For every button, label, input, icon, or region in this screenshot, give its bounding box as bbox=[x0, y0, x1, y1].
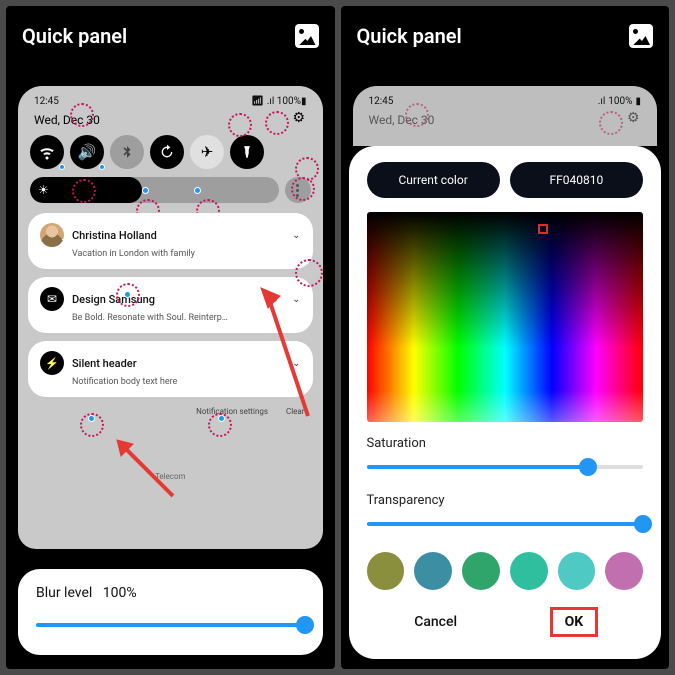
notif-title: Christina Holland bbox=[72, 229, 284, 242]
page-title: Quick panel bbox=[22, 24, 127, 48]
transparency-label: Transparency bbox=[367, 493, 644, 508]
selection-marker bbox=[80, 413, 104, 437]
swatch[interactable] bbox=[558, 552, 596, 590]
toggle-wifi[interactable] bbox=[30, 135, 64, 169]
notif-title: Silent header bbox=[72, 357, 284, 370]
selection-marker bbox=[208, 413, 232, 437]
blur-label: Blur level 100% bbox=[36, 585, 305, 601]
page-title: Quick panel bbox=[357, 24, 462, 48]
blur-level-control: Blur level 100% bbox=[18, 569, 323, 655]
phone-right: Quick panel 12:45 .ıl 100%▮ Wed, Dec 30 … bbox=[341, 6, 670, 669]
gradient-selector[interactable] bbox=[538, 224, 548, 234]
notification-card[interactable]: Design Samsung ⌄ Be Bold. Resonate with … bbox=[28, 277, 313, 333]
date-text: Wed, Dec 30 bbox=[34, 113, 100, 127]
blur-slider[interactable] bbox=[36, 615, 305, 635]
swatch[interactable] bbox=[414, 552, 452, 590]
mail-icon bbox=[40, 287, 64, 311]
saturation-slider[interactable] bbox=[367, 457, 644, 479]
swatch[interactable] bbox=[367, 552, 405, 590]
avatar bbox=[40, 223, 64, 247]
notification-actions: Notification settings Clear bbox=[28, 405, 313, 422]
color-swatches bbox=[367, 552, 644, 590]
status-icons: 📶︎ .ıl 100%▮ bbox=[251, 96, 306, 107]
transparency-slider[interactable] bbox=[367, 514, 644, 536]
current-color-pill[interactable]: Current color bbox=[367, 162, 500, 198]
brightness-slider[interactable]: ☀ bbox=[30, 177, 279, 203]
chevron-down-icon[interactable]: ⌄ bbox=[292, 230, 300, 241]
swatch[interactable] bbox=[462, 552, 500, 590]
quick-panel-preview: 12:45 📶︎ .ıl 100%▮ Wed, Dec 30 🔊 ✈ bbox=[18, 86, 323, 549]
carrier-label: Telecom bbox=[28, 472, 313, 481]
brightness-icon: ☀ bbox=[38, 183, 49, 197]
quick-panel-preview-dimmed: 12:45 .ıl 100%▮ Wed, Dec 30 bbox=[353, 86, 658, 146]
quick-toggles-row: 🔊 ✈ bbox=[28, 135, 313, 177]
dialog-buttons: Cancel OK bbox=[367, 604, 644, 640]
gear-icon[interactable] bbox=[293, 113, 307, 127]
notification-settings-link[interactable]: Notification settings bbox=[196, 407, 268, 416]
clear-link[interactable]: Clear bbox=[286, 407, 304, 416]
image-icon[interactable] bbox=[629, 24, 653, 48]
selection-marker bbox=[265, 111, 289, 135]
battery-text: .ıl 100%▮ bbox=[267, 96, 307, 107]
gear-icon bbox=[627, 113, 641, 127]
bolt-icon bbox=[40, 351, 64, 375]
brightness-more[interactable] bbox=[285, 177, 311, 203]
swatch[interactable] bbox=[510, 552, 548, 590]
header-right: Quick panel bbox=[341, 6, 670, 60]
toggle-rotate[interactable] bbox=[150, 135, 184, 169]
date-row: Wed, Dec 30 bbox=[28, 107, 313, 135]
color-gradient[interactable] bbox=[367, 212, 644, 422]
brightness-row[interactable]: ☀ bbox=[28, 177, 313, 213]
notification-card[interactable]: Silent header ⌄ Notification body text h… bbox=[28, 341, 313, 397]
ok-button[interactable]: OK bbox=[505, 604, 643, 640]
chevron-down-icon[interactable]: ⌄ bbox=[292, 294, 300, 305]
phone-left: Quick panel 12:45 📶︎ .ıl 100%▮ Wed, Dec … bbox=[6, 6, 335, 669]
signal-icon: 📶︎ bbox=[251, 96, 264, 107]
color-picker-sheet: Current color FF040810 Saturation Transp… bbox=[349, 146, 662, 659]
toggle-airplane[interactable]: ✈ bbox=[190, 135, 224, 169]
cancel-button[interactable]: Cancel bbox=[367, 604, 505, 640]
statusbar: 12:45 📶︎ .ıl 100%▮ bbox=[28, 96, 313, 107]
hex-pill[interactable]: FF040810 bbox=[510, 162, 643, 198]
notif-body: Vacation in London with family bbox=[72, 249, 301, 259]
swatch[interactable] bbox=[605, 552, 643, 590]
saturation-label: Saturation bbox=[367, 436, 644, 451]
notif-title: Design Samsung bbox=[72, 293, 263, 306]
chevron-down-icon[interactable]: ⌄ bbox=[292, 358, 300, 369]
header-left: Quick panel bbox=[6, 6, 335, 60]
toggle-bluetooth[interactable] bbox=[110, 135, 144, 169]
time: 12:45 bbox=[34, 96, 59, 107]
notif-body: Be Bold. Resonate with Soul. Reinterp… bbox=[72, 313, 301, 323]
toggle-sound[interactable]: 🔊 bbox=[70, 135, 104, 169]
image-icon[interactable] bbox=[295, 24, 319, 48]
toggle-flashlight[interactable] bbox=[230, 135, 264, 169]
notif-body: Notification body text here bbox=[72, 377, 301, 387]
notification-card[interactable]: Christina Holland ⌄ Vacation in London w… bbox=[28, 213, 313, 269]
